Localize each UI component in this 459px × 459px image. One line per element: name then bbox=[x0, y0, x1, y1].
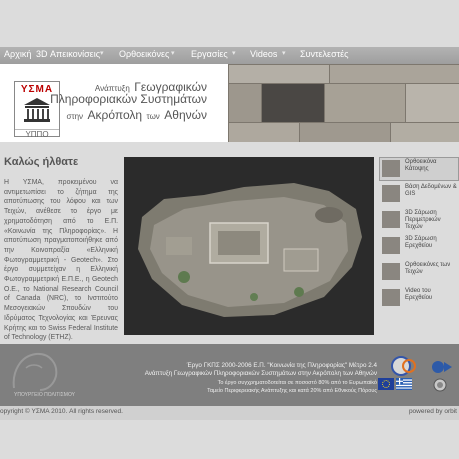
acropolis-orthophoto[interactable] bbox=[124, 157, 374, 335]
nav-item-credits[interactable]: Συντελεστές bbox=[300, 49, 349, 59]
nav-item-orthophotos[interactable]: Ορθοεικόνες bbox=[119, 49, 169, 59]
copyright-text: opyright © ΥΣΜΑ 2010. All rights reserve… bbox=[0, 408, 123, 415]
thumbnail-image bbox=[382, 211, 400, 228]
thumb-label: 3D Σάρωση Περιμετρικών Τειχών bbox=[405, 210, 441, 230]
header-word: στην bbox=[66, 112, 84, 121]
header-title-line3: στην Ακρόπολη των Αθηνών bbox=[67, 106, 208, 124]
nav-item-videos[interactable]: Videos bbox=[250, 49, 277, 59]
powered-by-link[interactable]: powered by orbit bbox=[409, 408, 457, 415]
thumbnail-image bbox=[382, 185, 400, 202]
thumb-label: Βάση Δεδομένων & GIS bbox=[405, 184, 457, 197]
top-nav: Αρχική 3D Απεικονίσεις ▾ Ορθοεικόνες ▾ Ε… bbox=[0, 47, 459, 64]
nav-item-home[interactable]: Αρχική bbox=[4, 49, 31, 59]
header-title-line2: Πληροφοριακών Συστημάτων bbox=[50, 92, 207, 106]
header-word: Ακρόπολη bbox=[87, 108, 143, 122]
partner-seal-icon bbox=[433, 378, 447, 392]
intro-text: Η ΥΣΜΑ, προκειμένου να αντιμετωπίσει το … bbox=[4, 179, 118, 342]
acropolis-aerial-image bbox=[124, 157, 374, 335]
thumbnail-image bbox=[382, 160, 400, 177]
chevron-down-icon: ▾ bbox=[100, 50, 104, 57]
footer-line-2: Ανάπτυξη Γεωγραφικών Πληροφοριακών Συστη… bbox=[144, 370, 377, 377]
greek-flag-icon bbox=[396, 378, 412, 390]
welcome-heading: Καλώς ήλθατε bbox=[4, 156, 79, 168]
stone-wall-image bbox=[228, 64, 459, 142]
chevron-down-icon: ▾ bbox=[232, 50, 236, 57]
nav-item-works[interactable]: Εργασίες bbox=[191, 49, 228, 59]
gkps-logo[interactable] bbox=[430, 358, 454, 376]
temple-icon bbox=[24, 98, 50, 122]
site-footer: ΥΠΟΥΡΓΕΙΟ ΠΟΛΙΤΙΣΜΟΥ Έργο ΓΚΠΣ 2000-2006… bbox=[0, 344, 459, 406]
copyright-bar: opyright © ΥΣΜΑ 2010. All rights reserve… bbox=[0, 406, 459, 420]
thumbnail-menu: Ορθοεικόνα Κάτοψης Βάση Δεδομένων & GIS … bbox=[376, 157, 459, 335]
ministry-watermark: ΥΠΟΥΡΓΕΙΟ ΠΟΛΙΤΙΣΜΟΥ bbox=[14, 392, 76, 398]
thumbnail-image bbox=[382, 289, 400, 306]
site-header: ΥΣΜΑ ΥΠΠΟ Ανάπτυξη Γεωγραφικών Πληροφορι… bbox=[0, 64, 459, 142]
thumb-label: 3D Σάρωση Ερεχθείου bbox=[405, 236, 437, 249]
header-word: των bbox=[146, 112, 160, 121]
thumb-3d-walls[interactable]: 3D Σάρωση Περιμετρικών Τειχών bbox=[380, 209, 458, 231]
eu-flag-icon bbox=[378, 378, 394, 390]
header-word: Αθηνών bbox=[164, 108, 207, 122]
chevron-down-icon: ▾ bbox=[171, 50, 175, 57]
thumb-3d-erechtheion[interactable]: 3D Σάρωση Ερεχθείου bbox=[380, 235, 458, 257]
ysma-logo[interactable]: ΥΣΜΑ ΥΠΠΟ bbox=[14, 81, 60, 139]
footer-line-1: Έργο ΓΚΠΣ 2000-2006 Ε.Π. "Κοινωνία της Π… bbox=[186, 362, 377, 369]
logo-subtitle: ΥΠΠΟ bbox=[15, 129, 59, 139]
footer-line-4: Ταμείο Περιφερειακής Ανάπτυξης και κατά … bbox=[207, 388, 377, 394]
statue-head-icon bbox=[12, 352, 58, 391]
footer-line-3: Το έργο συγχρηματοδοτείται σε ποσοστό 80… bbox=[217, 380, 377, 386]
chevron-down-icon: ▾ bbox=[282, 50, 286, 57]
thumb-label: Video του Ερεχθείου bbox=[405, 288, 433, 301]
thumbnail-image bbox=[382, 263, 400, 280]
thumb-label: Ορθοεικόνα Κάτοψης bbox=[405, 159, 437, 172]
thumb-wall-orthophotos[interactable]: Ορθοεικόνες των Τειχών bbox=[380, 261, 458, 283]
thumb-gis-database[interactable]: Βάση Δεδομένων & GIS bbox=[380, 183, 458, 205]
thumbnail-image bbox=[382, 237, 400, 254]
thumb-orthophoto-plan[interactable]: Ορθοεικόνα Κάτοψης bbox=[379, 157, 459, 181]
thumb-label: Ορθοεικόνες των Τειχών bbox=[405, 262, 451, 275]
information-society-logo[interactable] bbox=[391, 356, 419, 376]
thumb-video-erechtheion[interactable]: Video του Ερεχθείου bbox=[380, 287, 458, 309]
nav-item-3d[interactable]: 3D Απεικονίσεις bbox=[36, 49, 100, 59]
